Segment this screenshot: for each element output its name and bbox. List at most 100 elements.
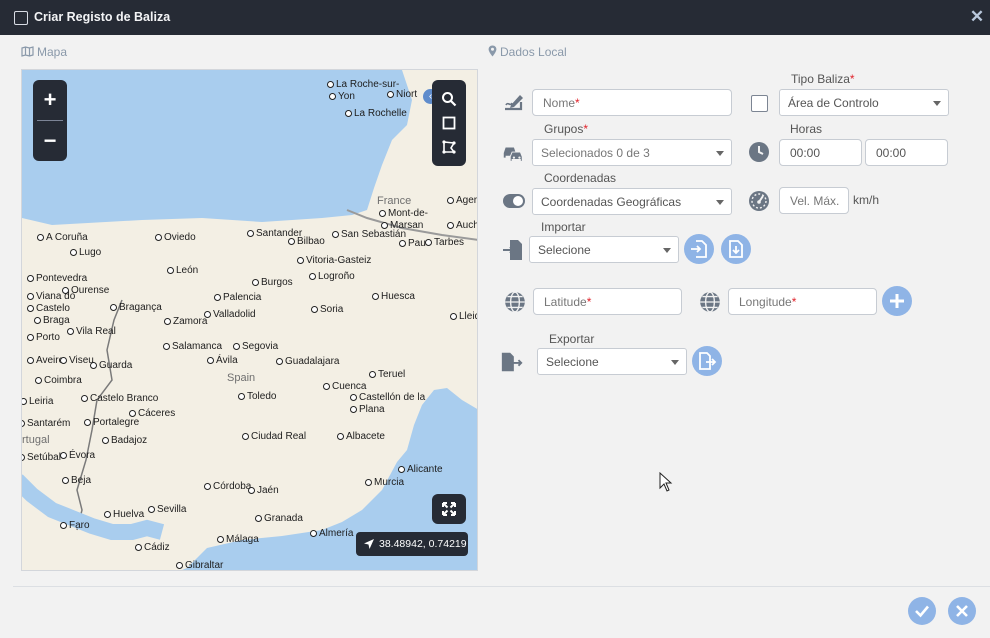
city-label: Palencia — [214, 292, 261, 303]
longitude-input[interactable]: Longitude* — [728, 288, 877, 315]
tipo-baliza-value: Área de Controlo — [788, 96, 879, 110]
city-label: Toledo — [238, 391, 276, 402]
importar-value: Selecione — [538, 243, 591, 257]
location-section-text: Dados Local — [500, 45, 567, 59]
zoom-out-button[interactable]: − — [33, 121, 67, 161]
city-label: Albacete — [337, 431, 385, 442]
polygon-draw-icon[interactable] — [441, 139, 457, 155]
country-label: rtugal — [22, 434, 50, 446]
zoom-in-button[interactable]: + — [33, 80, 67, 120]
city-label: Zamora — [164, 316, 207, 327]
confirm-button[interactable] — [908, 597, 936, 625]
city-label: Pontevedra — [27, 273, 87, 284]
chevron-down-icon — [671, 360, 679, 365]
city-label: Vitoria-Gasteiz — [297, 255, 371, 266]
city-label: Leiria — [22, 396, 53, 407]
city-label: Córdoba — [204, 481, 251, 492]
export-file-button[interactable] — [692, 346, 722, 376]
tipo-baliza-select[interactable]: Área de Controlo — [779, 89, 949, 116]
nome-input[interactable]: Nome* — [532, 89, 732, 116]
cursor-coordinates: 38.48942, 0.74219 — [356, 532, 468, 556]
draw-toolbar — [432, 80, 466, 166]
map-icon — [21, 46, 34, 57]
exportar-select[interactable]: Selecione — [537, 348, 687, 375]
city-label: Évora — [60, 450, 95, 461]
city-label: Guarda — [90, 360, 132, 371]
hora-fim-input[interactable]: 00:00 — [865, 139, 948, 166]
map-view[interactable]: France Spain rtugal La Roche-sur- Yon Ni… — [21, 69, 478, 571]
city-label: Lleid — [450, 311, 477, 322]
hora-inicio-input[interactable]: 00:00 — [779, 139, 862, 166]
city-label: Alicante — [398, 464, 443, 475]
fullscreen-button[interactable] — [432, 494, 466, 524]
window-checkbox-icon[interactable] — [14, 11, 28, 25]
city-label: Granada — [255, 513, 303, 524]
city-label: Viana do — [27, 291, 75, 302]
city-label: Castellón de la — [350, 392, 425, 403]
tipo-baliza-label-text: Tipo Baliza — [791, 72, 850, 86]
location-section-label: Dados Local — [488, 45, 567, 59]
city-label: Auch — [447, 220, 477, 231]
vel-max-input[interactable]: Vel. Máx. — [779, 187, 849, 214]
latitude-input[interactable]: Latitude* — [533, 288, 682, 315]
city-label: Porto — [27, 332, 60, 343]
importar-select[interactable]: Selecione — [529, 236, 679, 263]
coordenadas-toggle[interactable] — [503, 194, 525, 208]
rectangle-draw-icon[interactable] — [441, 115, 457, 131]
dialog-title: Criar Registo de Baliza — [34, 10, 171, 24]
city-label: Portalegre — [84, 417, 139, 428]
city-label: Oviedo — [155, 232, 196, 243]
longitude-placeholder: Longitude — [739, 295, 792, 309]
city-label: Badajoz — [102, 435, 147, 446]
search-icon[interactable] — [441, 91, 457, 107]
country-label: France — [377, 195, 412, 207]
city-label: Bragança — [110, 302, 162, 313]
city-label: Coimbra — [35, 375, 82, 386]
country-label: Spain — [227, 372, 256, 384]
city-label: Vila Real — [67, 326, 116, 337]
tipo-baliza-checkbox[interactable] — [751, 95, 768, 112]
city-label: Niort — [387, 89, 417, 100]
city-label: Viseu — [60, 355, 94, 366]
city-label: Beja — [62, 475, 91, 486]
grupos-label-text: Grupos — [544, 122, 584, 136]
grupos-select[interactable]: Selecionados 0 de 3 — [532, 139, 732, 166]
city-label: Bilbao — [288, 236, 325, 247]
required-mark: * — [575, 96, 580, 110]
download-file-button[interactable] — [721, 234, 751, 264]
close-icon[interactable]: ✕ — [968, 8, 986, 26]
city-label: Cuenca — [323, 381, 366, 392]
required-mark: * — [583, 122, 589, 136]
importar-label: Importar — [541, 220, 586, 234]
city-label: Burgos — [252, 277, 293, 288]
cars-icon — [503, 147, 523, 162]
city-label: Santarém — [22, 418, 70, 429]
city-label: Huelva — [104, 509, 144, 520]
file-import-icon — [691, 240, 707, 258]
city-label: Soria — [311, 304, 343, 315]
city-label: Teruel — [369, 369, 405, 380]
city-label: Aveiro — [27, 355, 64, 366]
required-mark: * — [849, 72, 855, 86]
location-arrow-icon — [364, 539, 374, 549]
horas-label: Horas — [790, 122, 823, 136]
coordenadas-select[interactable]: Coordenadas Geográficas — [532, 188, 732, 215]
add-coordinate-button[interactable] — [882, 286, 912, 316]
coordenadas-value: Coordenadas Geográficas — [541, 195, 682, 209]
clock-icon — [749, 142, 769, 162]
required-mark: * — [791, 295, 797, 309]
file-download-icon — [729, 240, 743, 258]
city-label: Ciudad Real — [242, 431, 306, 442]
city-label: Gibraltar — [176, 560, 223, 570]
city-label: León — [167, 265, 198, 276]
city-label: Murcia — [365, 477, 404, 488]
map-section-text: Mapa — [37, 45, 68, 59]
dialog-titlebar: Criar Registo de Baliza ✕ — [0, 0, 990, 35]
cancel-button[interactable] — [948, 597, 976, 625]
chevron-down-icon — [716, 151, 724, 156]
signature-icon — [505, 95, 523, 111]
import-file-button[interactable] — [684, 234, 714, 264]
city-label: Logroño — [309, 271, 355, 282]
grupos-value: Selecionados 0 de 3 — [541, 146, 650, 160]
chevron-down-icon — [663, 248, 671, 253]
